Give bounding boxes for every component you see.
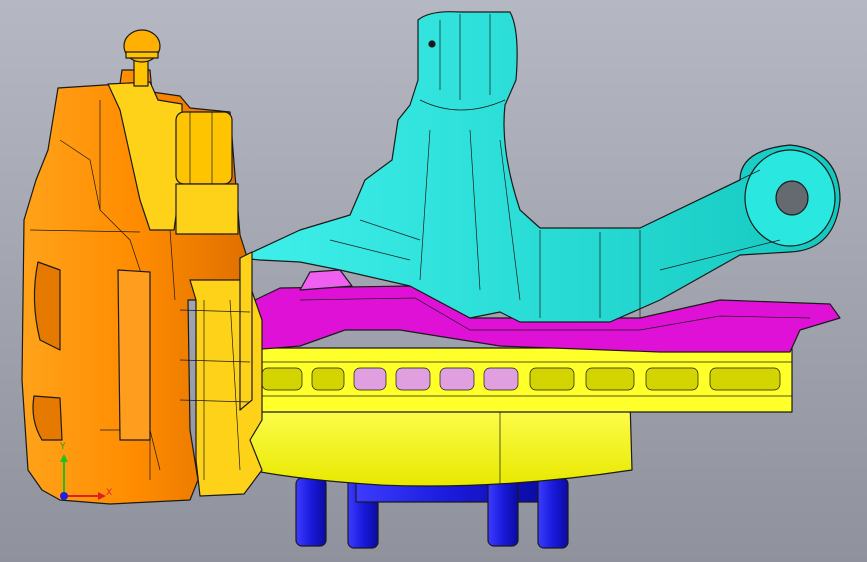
triad-y-label: Y: [60, 442, 66, 452]
triad-x-label: X: [106, 488, 113, 498]
3d-viewport[interactable]: X Y: [0, 0, 867, 562]
triad-z-axis: [60, 492, 68, 500]
brake-disc[interactable]: [249, 347, 793, 413]
wheel-hub[interactable]: [249, 399, 633, 487]
